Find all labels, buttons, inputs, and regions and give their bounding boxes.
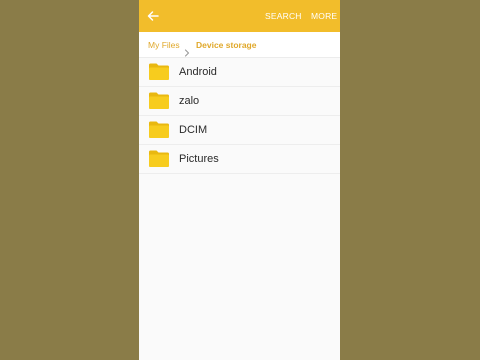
file-list: Android zalo DCIM Pictures — [139, 58, 340, 174]
search-button[interactable]: SEARCH — [265, 0, 302, 32]
phone-screen: SEARCH MORE My Files Device storage Andr… — [139, 0, 340, 360]
folder-icon — [148, 91, 170, 110]
folder-icon — [148, 149, 170, 168]
arrow-left-icon — [145, 8, 161, 24]
folder-row-dcim[interactable]: DCIM — [139, 116, 340, 145]
breadcrumb: My Files Device storage — [139, 32, 340, 58]
folder-icon — [148, 120, 170, 139]
breadcrumb-my-files[interactable]: My Files — [148, 32, 180, 58]
folder-name: zalo — [179, 95, 200, 107]
folder-row-pictures[interactable]: Pictures — [139, 145, 340, 174]
breadcrumb-device-storage: Device storage — [196, 40, 257, 50]
app-bar: SEARCH MORE — [139, 0, 340, 32]
folder-row-android[interactable]: Android — [139, 58, 340, 87]
folder-name: Pictures — [179, 153, 219, 165]
folder-name: Android — [179, 66, 217, 78]
folder-row-zalo[interactable]: zalo — [139, 87, 340, 116]
folder-icon — [148, 62, 170, 81]
chevron-right-icon — [184, 41, 190, 57]
folder-name: DCIM — [179, 124, 208, 136]
more-button[interactable]: MORE — [311, 0, 337, 32]
back-button[interactable] — [145, 8, 161, 24]
